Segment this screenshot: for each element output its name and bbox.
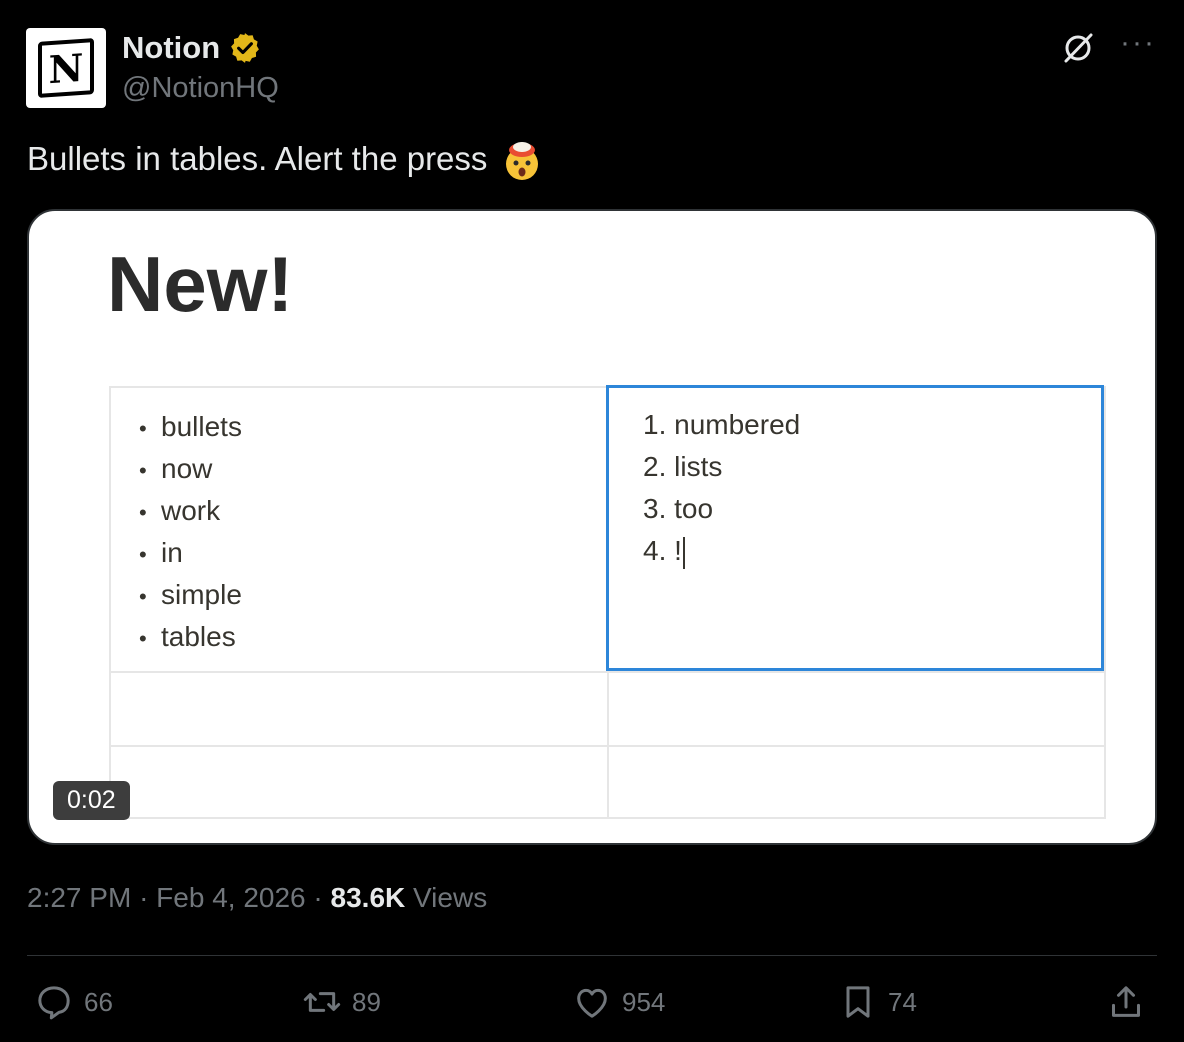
author-handle[interactable]: @NotionHQ [122,72,279,105]
list-item: • bullets [139,411,242,442]
list-item: • now [139,453,213,484]
verified-badge-icon [231,33,260,63]
exploding-head-emoji-icon [505,142,538,181]
video-headline: New! [107,240,294,328]
author-name[interactable]: Notion [122,30,220,66]
list-item: • in [139,537,183,568]
list-item: • work [139,495,221,526]
author-name-row[interactable]: Notion [122,30,262,66]
share-button[interactable] [1106,982,1146,1022]
table-row-divider [111,671,1104,673]
like-count: 954 [622,986,666,1017]
action-bar: 66 89 954 74 [34,982,1154,1030]
table-row-divider [111,745,1104,747]
share-icon [1112,986,1140,1017]
reply-icon [38,986,70,1020]
tweet-meta: 2:27 PM · Feb 4, 2026 · 83.6K Views [27,882,488,913]
bullet-list: • bullets • now • work • in • simple • tables [139,406,242,658]
views-count: 83.6K [330,882,406,913]
list-item: 3. too [643,493,714,524]
reply-button[interactable]: 66 [34,982,113,1022]
bookmark-button[interactable]: 74 [838,982,917,1022]
text-cursor [682,536,685,569]
top-actions: ··· [1060,28,1156,66]
like-button[interactable]: 954 [572,982,665,1022]
selected-table-cell: 1. numbered 2. lists 3. too 4. ! [606,385,1104,671]
reply-count: 66 [84,986,113,1017]
grok-icon[interactable] [1060,30,1096,66]
tweet-video[interactable]: New! • bullets • now • work • in • simple • ta… [27,209,1157,845]
author-avatar[interactable]: N [26,28,106,108]
numbered-list: 1. numbered 2. lists 3. too 4. ! [643,404,800,572]
bookmark-count: 74 [888,986,917,1017]
tweet-date[interactable]: Feb 4, 2026 [156,882,305,913]
notion-logo-icon: N [38,38,94,98]
heart-icon [577,988,607,1018]
bookmark-icon [846,986,870,1018]
tweet-time[interactable]: 2:27 PM [27,882,131,913]
list-item: 2. lists [643,451,723,482]
list-item: • tables [139,621,236,652]
divider [27,955,1157,956]
list-item: • simple [139,579,242,610]
repost-icon [303,992,341,1012]
video-duration-badge: 0:02 [53,781,130,820]
more-options-icon[interactable]: ··· [1120,28,1156,58]
repost-button[interactable]: 89 [302,982,381,1022]
tweet-text: Bullets in tables. Alert the press [27,140,543,182]
views-label: Views [413,882,488,913]
list-item: 1. numbered [643,409,801,440]
repost-count: 89 [352,986,381,1017]
list-item: 4. ! [643,530,800,572]
